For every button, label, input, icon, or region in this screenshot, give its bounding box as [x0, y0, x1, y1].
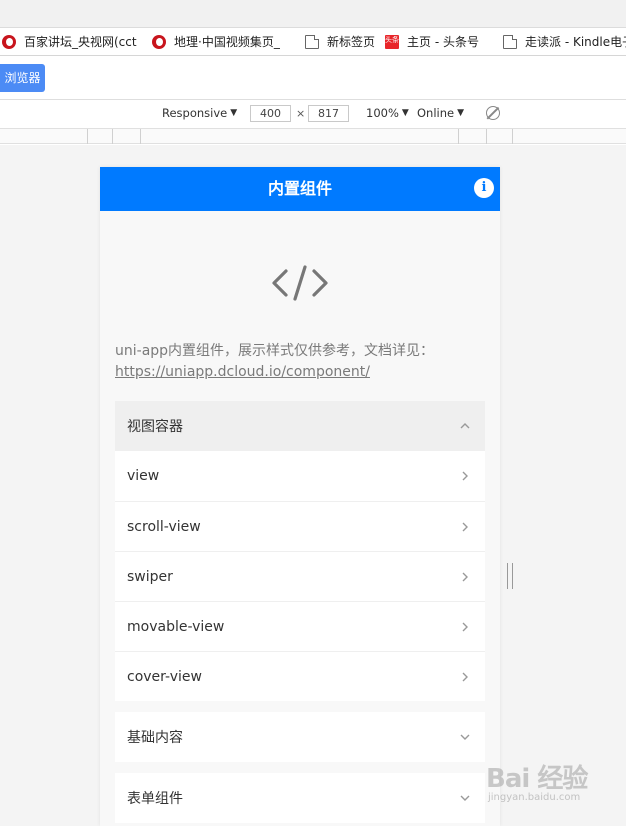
section-view-containers: 视图容器 view scroll-view swiper movable-vie… [115, 401, 485, 701]
bookmark-toutiao[interactable]: 头条 主页 - 头条号 [385, 28, 479, 55]
list-item-view[interactable]: view [115, 451, 485, 501]
dimension-separator: × [296, 107, 306, 120]
nav-title: 内置组件 [267, 179, 332, 198]
network-label: Online [417, 106, 455, 120]
page-icon [305, 34, 319, 49]
viewport-shade [520, 145, 626, 826]
watermark-sub: jingyan.baidu.com [488, 792, 581, 803]
height-input[interactable]: 817 [308, 105, 349, 122]
chevron-right-icon [462, 672, 468, 681]
cctv-logo-icon [2, 34, 16, 49]
watermark-text: Bai 经验 [486, 764, 588, 794]
code-icon [272, 265, 328, 301]
cctv-logo-icon [152, 34, 166, 49]
section-basic-content: 基础内容 [115, 712, 485, 762]
bookmark-label: 走读派 - Kindle电子 [525, 35, 626, 49]
section-title: 表单组件 [127, 791, 183, 807]
responsive-label: Responsive [162, 106, 228, 120]
list-item-label: cover-view [127, 668, 202, 685]
list-item-swiper[interactable]: swiper [115, 551, 485, 601]
bookmark-label: 地理·中国视频集页_ [174, 35, 280, 49]
info-icon[interactable]: i [474, 178, 494, 198]
caret-down-icon: ▼ [457, 108, 465, 118]
list-item-scroll-view[interactable]: scroll-view [115, 501, 485, 551]
chevron-right-icon [462, 572, 468, 581]
ruler-tick [140, 129, 141, 144]
ruler-tick [458, 129, 459, 144]
section-title: 基础内容 [127, 730, 183, 746]
rotate-icon[interactable] [486, 106, 500, 120]
list-item-movable-view[interactable]: movable-view [115, 601, 485, 651]
section-form-components: 表单组件 [115, 773, 485, 823]
width-input[interactable]: 400 [250, 105, 291, 122]
section-title: 视图容器 [127, 419, 183, 435]
chevron-down-icon [460, 795, 470, 801]
zoom-label: 100% [366, 106, 399, 120]
tab-strip [0, 0, 626, 28]
bookmark-zoudupai[interactable]: 走读派 - Kindle电子 [503, 28, 626, 55]
caret-down-icon: ▼ [401, 108, 409, 118]
baidu-jingyan-watermark: Bai 经验 jingyan.baidu.com [478, 754, 618, 810]
zoom-dropdown[interactable]: 100% ▼ [366, 106, 409, 120]
list-item-label: movable-view [127, 618, 225, 635]
list-item-cover-view[interactable]: cover-view [115, 651, 485, 701]
bookmark-label: 百家讲坛_央视网(cct [24, 35, 137, 49]
ruler-tick [87, 129, 88, 144]
section-header-view-containers[interactable]: 视图容器 [115, 401, 485, 451]
network-dropdown[interactable]: Online ▼ [417, 106, 464, 120]
browser-button[interactable]: 浏览器 [0, 64, 45, 92]
resize-handle[interactable] [507, 563, 513, 589]
bookmark-new-tab[interactable]: 新标签页 [305, 28, 376, 55]
nav-bar: 内置组件 i [100, 167, 500, 211]
section-header-basic-content[interactable]: 基础内容 [115, 712, 485, 762]
bookmark-label: 新标签页 [327, 35, 376, 49]
chevron-right-icon [462, 622, 468, 631]
list-item-label: swiper [127, 568, 173, 585]
chevron-down-icon [460, 734, 470, 740]
chevron-up-icon [460, 423, 470, 429]
ruler-tick [512, 129, 513, 144]
toutiao-icon: 头条 [385, 34, 399, 49]
intro-text: uni-app内置组件，展示样式仅供参考，文档详见： https://uniap… [115, 341, 485, 383]
page-icon [503, 34, 517, 49]
chevron-right-icon [462, 522, 468, 531]
caret-down-icon: ▼ [230, 108, 238, 118]
bookmark-dili[interactable]: 地理·中国视频集页_ [152, 28, 280, 55]
chevron-right-icon [462, 471, 468, 481]
list-item-label: view [127, 468, 160, 484]
list-item-label: scroll-view [127, 518, 201, 535]
bookmark-label: 主页 - 头条号 [407, 35, 479, 49]
bookmarks-bar: 百家讲坛_央视网(cct 地理·中国视频集页_ 新标签页 头条 主页 - 头条号… [0, 28, 626, 56]
action-bar: 浏览器 [0, 56, 626, 100]
docs-link[interactable]: https://uniapp.dcloud.io/component/ [115, 364, 370, 380]
bookmark-baijiajiangtan[interactable]: 百家讲坛_央视网(cct [2, 28, 137, 55]
responsive-dropdown[interactable]: Responsive ▼ [162, 106, 237, 120]
media-query-ruler [0, 128, 626, 144]
ruler-tick [112, 129, 113, 144]
device-toolbar: Responsive ▼ 400 × 817 100% ▼ Online ▼ [0, 100, 626, 128]
mobile-screen: 内置组件 i uni-app内置组件，展示样式仅供参考，文档详见： https:… [100, 167, 500, 826]
ruler-tick [486, 129, 487, 144]
intro-description: uni-app内置组件，展示样式仅供参考，文档详见： [115, 343, 435, 359]
section-header-form-components[interactable]: 表单组件 [115, 773, 485, 823]
